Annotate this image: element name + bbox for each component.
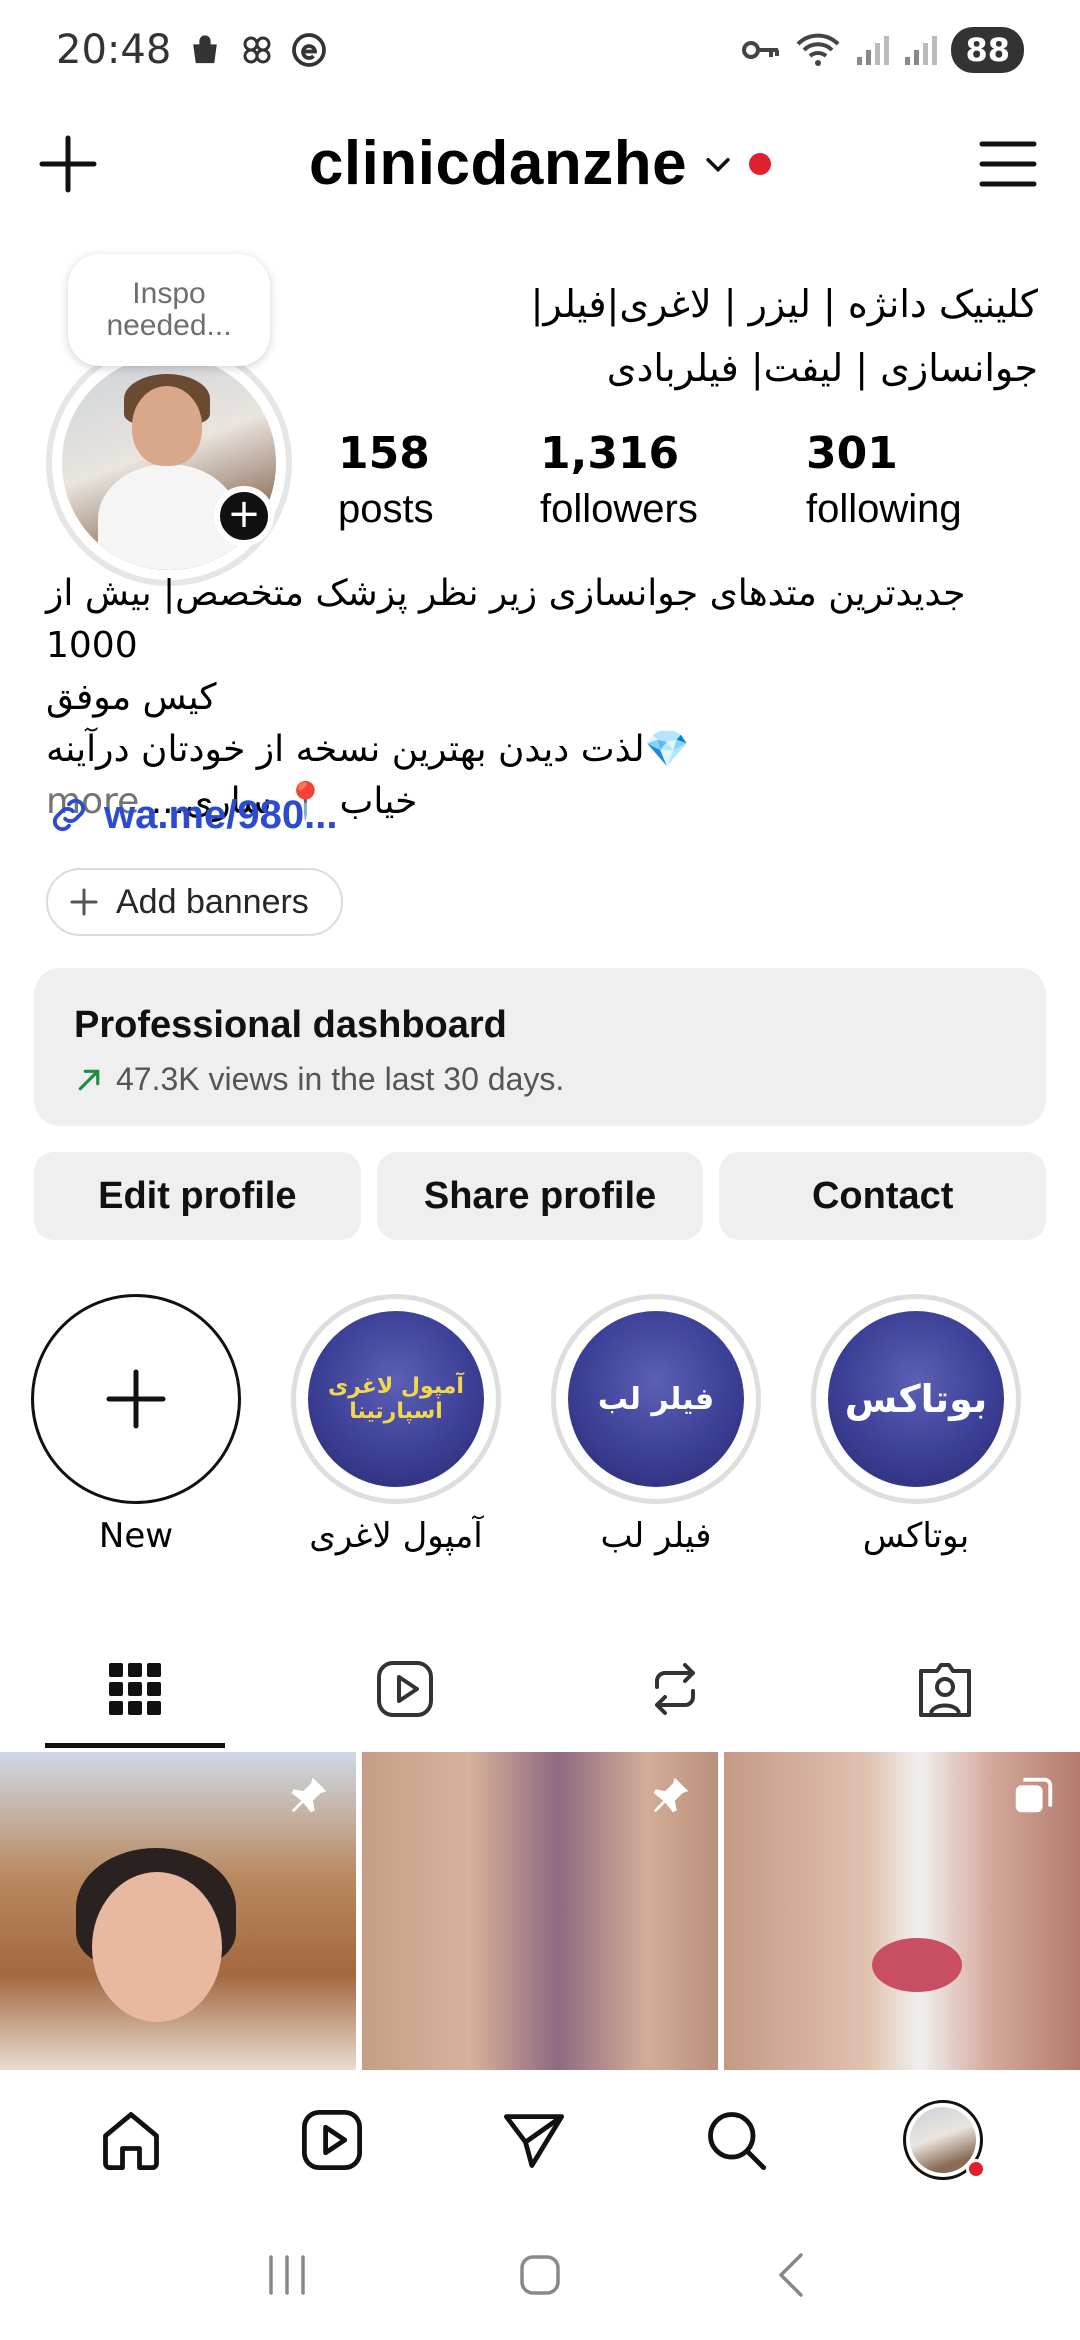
highlight-cover: آمپول لاغری اسپارتینا (308, 1311, 484, 1487)
highlight-new[interactable]: New (31, 1294, 241, 1556)
bio-line: جدیدترین متدهای جوانسازی زیر نظر پزشک مت… (46, 573, 966, 666)
recents-icon[interactable] (259, 2247, 315, 2303)
tab-reels[interactable] (270, 1630, 540, 1748)
highlight-label: New (98, 1516, 174, 1556)
battery-level: 88 (951, 27, 1024, 73)
username[interactable]: clinicdanzhe (309, 128, 687, 199)
bio: جدیدترین متدهای جوانسازی زیر نظر پزشک مت… (46, 568, 1036, 828)
grid-icon (109, 1663, 161, 1715)
contact-button[interactable]: Contact (719, 1152, 1047, 1240)
add-story-button[interactable]: + (214, 486, 274, 546)
highlight-new-ring (31, 1294, 241, 1504)
posts-grid (0, 1752, 1080, 2070)
note-bubble[interactable]: Inspo needed... (68, 254, 270, 366)
signal-icon (857, 36, 890, 65)
highlight-label: بوتاکس (862, 1516, 970, 1556)
home-button-icon[interactable] (512, 2247, 568, 2303)
pin-icon (291, 1777, 327, 1813)
dashboard-subtitle: 47.3K views in the last 30 days. (74, 1061, 1006, 1098)
home-icon[interactable] (97, 2106, 165, 2174)
dashboard-views: 47.3K views in the last 30 days. (116, 1061, 565, 1097)
send-icon[interactable] (500, 2106, 568, 2174)
add-banners-label: Add banners (116, 882, 309, 921)
display-name: کلینیک دانژه | لیزر | لاغری|فیلر| جوانسا… (530, 282, 1038, 390)
profile-stats: 158 posts 1,316 followers 301 following (338, 428, 1038, 538)
professional-dashboard[interactable]: Professional dashboard 47.3K views in th… (34, 968, 1046, 1126)
tab-grid[interactable] (0, 1630, 270, 1748)
tab-reposts[interactable] (540, 1630, 810, 1748)
highlight-item[interactable]: بوتاکس بوتاکس (811, 1294, 1021, 1556)
post-thumbnail[interactable] (724, 1752, 1080, 2070)
plus-icon (106, 1369, 166, 1429)
highlight-item[interactable]: فیلر لب فیلر لب (551, 1294, 761, 1556)
chevron-down-icon[interactable] (701, 147, 735, 181)
highlight-cover: بوتاکس (828, 1311, 1004, 1487)
highlight-label: آمپول لاغری (309, 1516, 483, 1556)
pin-icon (653, 1777, 689, 1813)
profile-avatar[interactable] (46, 340, 292, 586)
stat-posts[interactable]: 158 posts (338, 428, 434, 532)
stat-label: followers (540, 487, 698, 531)
stat-value: 158 (338, 428, 430, 479)
avatar-photo (910, 2107, 977, 2173)
stat-label: posts (338, 487, 434, 531)
stat-following[interactable]: 301 following (806, 428, 962, 532)
tagged-icon (919, 1663, 971, 1717)
bio-line: کیس موفق (46, 677, 217, 718)
plus-icon (70, 888, 98, 916)
reels-icon (377, 1661, 433, 1717)
stat-label: following (806, 487, 962, 531)
profile-avatar[interactable] (903, 2100, 987, 2180)
dashboard-title: Professional dashboard (74, 1004, 507, 1046)
stat-followers[interactable]: 1,316 followers (540, 428, 698, 532)
profile-header: clinicdanzhe (0, 110, 1080, 220)
post-thumbnail[interactable] (0, 1752, 356, 2070)
hamburger-menu-icon[interactable] (976, 132, 1040, 196)
reels-icon[interactable] (298, 2106, 366, 2174)
bio-line: 💎لذت دیدن بهترین نسخه از خودتان درآینه (46, 729, 690, 770)
add-banners-button[interactable]: Add banners (46, 868, 343, 936)
stat-value: 1,316 (540, 428, 680, 479)
signal-icon (905, 36, 938, 65)
clock: 20:48 (56, 27, 172, 73)
e-app-icon (292, 33, 327, 67)
highlight-label: فیلر لب (600, 1516, 712, 1556)
bag-icon (193, 35, 218, 64)
highlight-item[interactable]: آمپول لاغری اسپارتینا آمپول لاغری (291, 1294, 501, 1556)
notification-dot (966, 2159, 987, 2179)
account-switcher[interactable]: clinicdanzhe (0, 128, 1080, 199)
trend-up-icon (78, 1069, 100, 1090)
link-text[interactable]: wa.me/980... (104, 793, 337, 838)
pinwheel-icon (243, 36, 271, 64)
edit-profile-button[interactable]: Edit profile (34, 1152, 361, 1240)
profile-actions: Edit profile Share profile Contact (34, 1152, 1047, 1240)
content-tabs (0, 1630, 1080, 1748)
tab-tagged[interactable] (810, 1630, 1080, 1748)
reposts-icon (655, 1663, 695, 1715)
status-bar: 20:48 88 (0, 0, 1080, 100)
search-icon[interactable] (702, 2106, 770, 2174)
bottom-nav (0, 2070, 1080, 2210)
post-thumbnail[interactable] (362, 1752, 718, 2070)
system-nav (0, 2210, 1080, 2340)
highlight-ring: آمپول لاغری اسپارتینا (291, 1294, 501, 1504)
key-icon (742, 41, 780, 59)
link-icon (52, 798, 86, 832)
carousel-icon (1015, 1777, 1053, 1813)
highlight-cover: فیلر لب (568, 1311, 744, 1487)
highlight-ring: فیلر لب (551, 1294, 761, 1504)
stat-value: 301 (806, 428, 898, 479)
highlight-ring: بوتاکس (811, 1294, 1021, 1504)
back-icon[interactable] (765, 2247, 821, 2303)
profile-link[interactable]: wa.me/980... (46, 792, 337, 838)
notification-dot (749, 152, 772, 175)
share-profile-button[interactable]: Share profile (376, 1152, 704, 1240)
wifi-icon (797, 33, 840, 66)
